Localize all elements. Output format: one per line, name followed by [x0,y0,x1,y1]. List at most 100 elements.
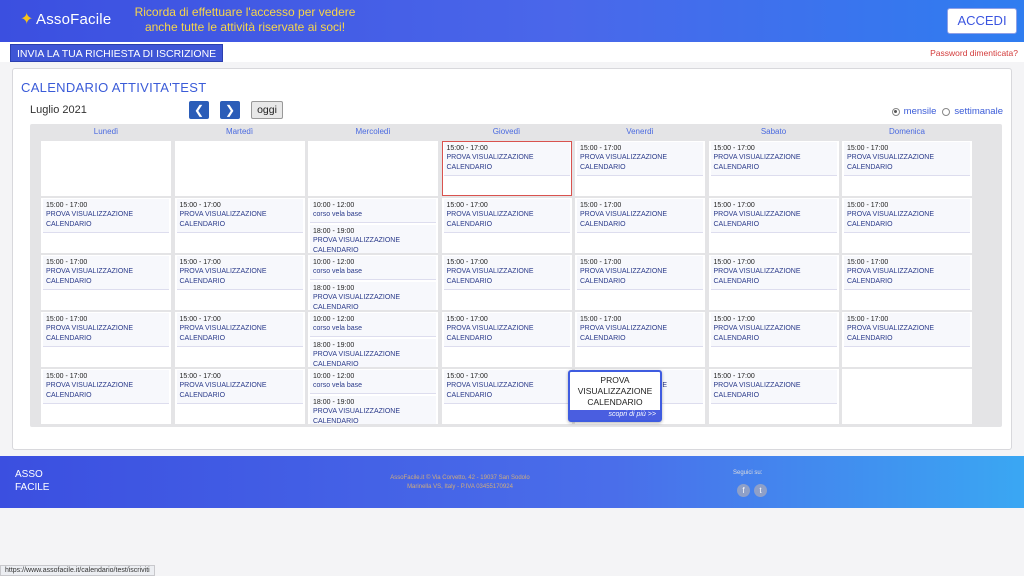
event-title-line-1: PROVA VISUALIZZAZIONE [580,325,668,332]
event-time: 15:00 - 17:00 [580,316,622,323]
calendar-day-cell[interactable]: 1215:00 - 17:00PROVA VISUALIZZAZIONECALE… [41,255,171,310]
view-switcher: mensile settimanale [886,106,1003,117]
event-time: 15:00 - 17:00 [46,316,88,323]
calendar-event[interactable]: 10:00 - 12:00 corso vela base [310,256,436,280]
calendar-event[interactable]: 15:00 - 17:00 PROVA VISUALIZZAZIONE CALEND… [443,199,570,233]
calendar-event[interactable]: 10:00 - 12:00 corso vela base [310,370,436,394]
calendar-day-cell[interactable]: 3115:00 - 17:00PROVA VISUALIZZAZIONECALE… [708,369,839,424]
calendar-event[interactable]: 15:00 - 17:00 PROVA VISUALIZZAZIONE CALEND… [176,199,303,233]
event-title-line-1: PROVA VISUALIZZAZIONE [46,382,134,389]
event-title: corso vela base [313,211,363,218]
calendar-event[interactable]: 15:00 - 17:00 PROVA VISUALIZZAZIONE CALEND… [710,199,837,233]
signup-request-button[interactable]: INVIA LA TUA RICHIESTA DI ISCRIZIONE [10,44,224,62]
calendar-event[interactable]: 15:00 - 17:00 PROVA VISUALIZZAZIONE CALEND… [710,142,837,176]
weekly-radio[interactable] [942,107,951,116]
facebook-icon[interactable]: f [737,484,750,497]
event-title: corso vela base [313,268,363,275]
calendar-day-cell[interactable]: 1115:00 - 17:00PROVA VISUALIZZAZIONECALE… [842,198,972,253]
calendar-event[interactable]: 15:00 - 17:00 PROVA VISUALIZZAZIONE CALEND… [43,199,169,233]
view-weekly-option[interactable]: settimanale [942,106,1003,117]
calendar-event[interactable]: 18:00 - 19:00 PROVA VISUALIZZAZIONE CALEND… [310,282,436,310]
calendar-event[interactable]: 18:00 - 19:00 PROVA VISUALIZZAZIONE CALEND… [310,225,436,253]
forgot-password-link[interactable]: Password dimenticata? [930,48,1018,58]
calendar-day-cell[interactable]: 2810:00 - 12:00corso vela base18:00 - 19… [308,369,438,424]
calendar-event[interactable]: 15:00 - 17:00 PROVA VISUALIZZAZIONE CALEND… [176,370,303,404]
calendar-day-cell[interactable]: 1915:00 - 17:00PROVA VISUALIZZAZIONECALE… [41,312,171,367]
calendar-event[interactable]: 15:00 - 17:00 PROVA VISUALIZZAZIONE CALEND… [43,370,169,404]
view-monthly-option[interactable]: mensile [891,106,936,117]
calendar-day-cell[interactable]: 1815:00 - 17:00PROVA VISUALIZZAZIONECALE… [842,255,972,310]
calendar-day-cell[interactable]: 415:00 - 17:00PROVA VISUALIZZAZIONECALEN… [842,141,972,196]
calendar-day-cell[interactable]: 2315:00 - 17:00PROVA VISUALIZZAZIONECALE… [575,312,705,367]
event-title-line-2: CALENDARIO [313,247,359,253]
weekday-header: Lunedì [93,127,119,136]
calendar-day-cell[interactable]: 315:00 - 17:00PROVA VISUALIZZAZIONECALEN… [708,141,839,196]
calendar-day-cell[interactable]: 2715:00 - 17:00PROVA VISUALIZZAZIONECALE… [174,369,305,424]
calendar-day-cell[interactable]: 1315:00 - 17:00PROVA VISUALIZZAZIONECALE… [174,255,305,310]
event-time: 15:00 - 17:00 [446,259,488,266]
calendar-day-cell[interactable]: 2110:00 - 12:00corso vela base18:00 - 19… [308,312,438,367]
calendar-event[interactable]: 15:00 - 17:00 PROVA VISUALIZZAZIONE CALEND… [577,199,703,233]
calendar-day-cell[interactable]: 915:00 - 17:00PROVA VISUALIZZAZIONECALEN… [575,198,705,253]
calendar-day-cell[interactable]: 2215:00 - 17:00PROVA VISUALIZZAZIONECALE… [441,312,572,367]
calendar-day-cell[interactable]: 2015:00 - 17:00PROVA VISUALIZZAZIONECALE… [174,312,305,367]
twitter-icon[interactable]: t [754,484,767,497]
event-popup[interactable]: PROVA VISUALIZZAZIONE CALENDARIO scopri … [568,370,662,422]
calendar-day-cell[interactable]: 515:00 - 17:00PROVA VISUALIZZAZIONECALEN… [41,198,171,253]
event-title-line-1: PROVA VISUALIZZAZIONE [580,268,668,275]
calendar-event[interactable]: 15:00 - 17:00 PROVA VISUALIZZAZIONE CALEND… [443,142,570,176]
calendar-event[interactable]: 15:00 - 17:00 PROVA VISUALIZZAZIONE CALEND… [844,199,970,233]
calendar-event[interactable]: 15:00 - 17:00 PROVA VISUALIZZAZIONE CALEND… [443,256,570,290]
today-button[interactable]: oggi [251,101,283,119]
calendar-event[interactable]: 15:00 - 17:00 PROVA VISUALIZZAZIONE CALEND… [443,313,570,347]
calendar-event[interactable]: 15:00 - 17:00 PROVA VISUALIZZAZIONE CALEND… [844,142,970,176]
next-month-button[interactable]: ❯ [220,101,240,119]
calendar-day-cell[interactable]: 615:00 - 17:00PROVA VISUALIZZAZIONECALEN… [174,198,305,253]
calendar-event[interactable]: 15:00 - 17:00 PROVA VISUALIZZAZIONE CALEND… [577,313,703,347]
calendar-day-cell[interactable]: 815:00 - 17:00PROVA VISUALIZZAZIONECALEN… [441,198,572,253]
calendar-event[interactable]: 15:00 - 17:00 PROVA VISUALIZZAZIONE CALEND… [577,256,703,290]
monthly-radio[interactable] [891,107,900,116]
calendar-event[interactable]: 15:00 - 17:00 PROVA VISUALIZZAZIONE CALEND… [43,313,169,347]
calendar-event[interactable]: 10:00 - 12:00 corso vela base [310,313,436,337]
calendar-day-cell[interactable]: 115:00 - 17:00PROVA VISUALIZZAZIONECALEN… [441,141,572,196]
discover-more-link[interactable]: scopri di più >> [570,410,660,420]
calendar-day-cell[interactable]: 2415:00 - 17:00PROVA VISUALIZZAZIONECALE… [708,312,839,367]
calendar-event[interactable]: 15:00 - 17:00 PROVA VISUALIZZAZIONE CALEND… [443,370,570,404]
event-title-line-1: PROVA VISUALIZZAZIONE [46,325,134,332]
event-title-line-2: CALENDARIO [46,335,92,342]
calendar-day-cell[interactable]: 1615:00 - 17:00PROVA VISUALIZZAZIONECALE… [575,255,705,310]
event-time: 15:00 - 17:00 [446,202,488,209]
calendar-event[interactable]: 15:00 - 17:00 PROVA VISUALIZZAZIONE CALEND… [710,313,837,347]
calendar-day-cell[interactable]: 215:00 - 17:00PROVA VISUALIZZAZIONECALEN… [575,141,705,196]
prev-month-button[interactable]: ❮ [189,101,209,119]
calendar-event[interactable]: 15:00 - 17:00 PROVA VISUALIZZAZIONE CALEND… [176,313,303,347]
calendar-day-cell[interactable]: 710:00 - 12:00corso vela base18:00 - 19:… [308,198,438,253]
calendar-day-cell[interactable]: 1015:00 - 17:00PROVA VISUALIZZAZIONECALE… [708,198,839,253]
calendar-event[interactable]: 18:00 - 19:00 PROVA VISUALIZZAZIONE CALEND… [310,396,436,424]
calendar-day-cell[interactable]: 2915:00 - 17:00PROVA VISUALIZZAZIONECALE… [441,369,572,424]
calendar-day-cell[interactable]: 2515:00 - 17:00PROVA VISUALIZZAZIONECALE… [842,312,972,367]
calendar-event[interactable]: 15:00 - 17:00 PROVA VISUALIZZAZIONE CALEND… [43,256,169,290]
event-time: 15:00 - 17:00 [847,259,889,266]
action-bar: INVIA LA TUA RICHIESTA DI ISCRIZIONE Pas… [0,42,1024,62]
calendar-event[interactable]: 15:00 - 17:00 PROVA VISUALIZZAZIONE CALEND… [577,142,703,176]
calendar-event[interactable]: 15:00 - 17:00 PROVA VISUALIZZAZIONE CALEND… [844,313,970,347]
site-footer: ASSO FACILE AssoFacile.it © Via Corvetto… [0,456,1024,508]
brand-logo[interactable]: ✦ AssoFacile [20,11,111,28]
weekday-header: Martedì [225,127,254,136]
calendar-event[interactable]: 15:00 - 17:00 PROVA VISUALIZZAZIONE CALEND… [710,370,837,404]
calendar-day-cell[interactable]: 1715:00 - 17:00PROVA VISUALIZZAZIONECALE… [708,255,839,310]
calendar-event[interactable]: 10:00 - 12:00 corso vela base [310,199,436,223]
event-title-line-2: CALENDARIO [446,278,493,285]
calendar-day-cell[interactable]: 1410:00 - 12:00corso vela base18:00 - 19… [308,255,438,310]
calendar-event[interactable]: 18:00 - 19:00 PROVA VISUALIZZAZIONE CALEND… [310,339,436,367]
calendar-event[interactable]: 15:00 - 17:00 PROVA VISUALIZZAZIONE CALEND… [710,256,837,290]
event-title-line-1: PROVA VISUALIZZAZIONE [847,268,935,275]
event-time: 15:00 - 17:00 [713,259,755,266]
login-button[interactable]: ACCEDI [947,8,1017,34]
calendar-event[interactable]: 15:00 - 17:00 PROVA VISUALIZZAZIONE CALEND… [176,256,303,290]
calendar-day-cell[interactable]: 1515:00 - 17:00PROVA VISUALIZZAZIONECALE… [441,255,572,310]
calendar-day-cell[interactable]: 2615:00 - 17:00PROVA VISUALIZZAZIONECALE… [41,369,171,424]
calendar-event[interactable]: 15:00 - 17:00 PROVA VISUALIZZAZIONE CALEND… [844,256,970,290]
